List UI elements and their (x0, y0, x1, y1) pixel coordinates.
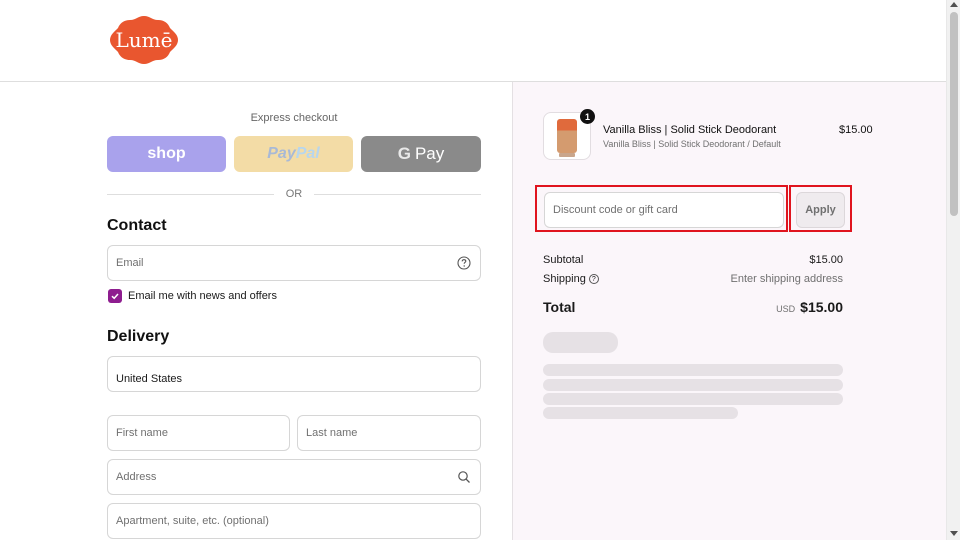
shipping-row: Shipping? Enter shipping address (543, 273, 843, 285)
apply-highlight: Apply (789, 185, 852, 232)
product-name: Vanilla Bliss | Solid Stick Deodorant (603, 124, 777, 136)
logo-text: Lumē (115, 28, 173, 52)
product-variant: Vanilla Bliss | Solid Stick Deodorant / … (603, 139, 781, 149)
email-field[interactable]: Email (107, 245, 481, 281)
header: Lumē (0, 0, 946, 82)
discount-placeholder: Discount code or gift card (553, 204, 678, 216)
loading-skeleton (543, 379, 843, 391)
address-field[interactable]: Address (107, 459, 481, 495)
apartment-placeholder: Apartment, suite, etc. (optional) (116, 515, 269, 527)
contact-title: Contact (107, 217, 167, 234)
loading-skeleton (543, 364, 843, 376)
shipping-value: Enter shipping address (730, 273, 843, 285)
help-circle-icon[interactable] (457, 256, 471, 270)
first-name-placeholder: First name (116, 427, 168, 439)
divider-line (314, 193, 481, 195)
scroll-up-arrow-icon[interactable] (950, 2, 958, 7)
country-select[interactable]: United States (107, 356, 481, 392)
express-checkout-label: Express checkout (250, 112, 338, 124)
checkout-main: Express checkout shop Pay Pal G Pay OR Co… (0, 82, 512, 540)
or-divider: OR (107, 187, 481, 201)
subtotal-label: Subtotal (543, 254, 584, 266)
page-scrollbar[interactable] (946, 0, 960, 540)
google-pay-label: Pay (414, 144, 445, 163)
first-name-field[interactable]: First name (107, 415, 290, 451)
order-summary: 1 Vanilla Bliss | Solid Stick Deodorant … (512, 82, 946, 540)
total-label: Total (543, 299, 576, 315)
quantity-badge: 1 (580, 109, 595, 124)
shop-pay-label: shop (147, 145, 186, 162)
discount-highlight: Discount code or gift card (535, 185, 788, 232)
last-name-field[interactable]: Last name (297, 415, 481, 451)
newsletter-label: Email me with news and offers (128, 290, 277, 302)
search-icon (458, 471, 470, 483)
address-placeholder: Address (116, 471, 157, 483)
paypal-button[interactable]: Pay Pal (234, 136, 353, 172)
paypal-label-pal: Pal (295, 145, 320, 162)
checkmark-icon (111, 293, 119, 300)
loading-skeleton (543, 393, 843, 405)
or-label: OR (285, 188, 303, 200)
apartment-field[interactable]: Apartment, suite, etc. (optional) (107, 503, 481, 539)
paypal-label-pay: Pay (267, 145, 296, 162)
discount-code-input[interactable]: Discount code or gift card (544, 192, 784, 228)
subtotal-row: Subtotal $15.00 (543, 254, 843, 266)
subtotal-value: $15.00 (809, 254, 843, 266)
total-currency: USD (776, 304, 796, 314)
google-pay-button[interactable]: G Pay (361, 136, 481, 172)
deodorant-base (559, 153, 575, 157)
product-price: $15.00 (839, 124, 873, 136)
logo[interactable]: Lumē (108, 14, 180, 66)
divider-line (107, 193, 274, 195)
shipping-help-icon[interactable]: ? (588, 274, 599, 285)
google-g-icon: G (397, 144, 411, 163)
total-row: Total USD $15.00 (543, 299, 843, 315)
apply-discount-button[interactable]: Apply (796, 192, 845, 228)
total-value: $15.00 (800, 299, 843, 315)
newsletter-checkbox-row[interactable]: Email me with news and offers (108, 289, 277, 303)
line-item: 1 Vanilla Bliss | Solid Stick Deodorant … (543, 109, 873, 162)
newsletter-checkbox[interactable] (108, 289, 122, 303)
email-placeholder: Email (116, 257, 144, 269)
loading-skeleton (543, 332, 618, 353)
loading-skeleton (543, 407, 738, 419)
country-value: United States (116, 373, 183, 385)
shop-pay-button[interactable]: shop (107, 136, 226, 172)
scrollbar-thumb[interactable] (950, 12, 958, 216)
last-name-placeholder: Last name (306, 427, 358, 439)
delivery-title: Delivery (107, 328, 170, 345)
scroll-down-arrow-icon[interactable] (950, 531, 958, 536)
shipping-label: Shipping (543, 273, 586, 285)
deodorant-image (557, 119, 577, 153)
